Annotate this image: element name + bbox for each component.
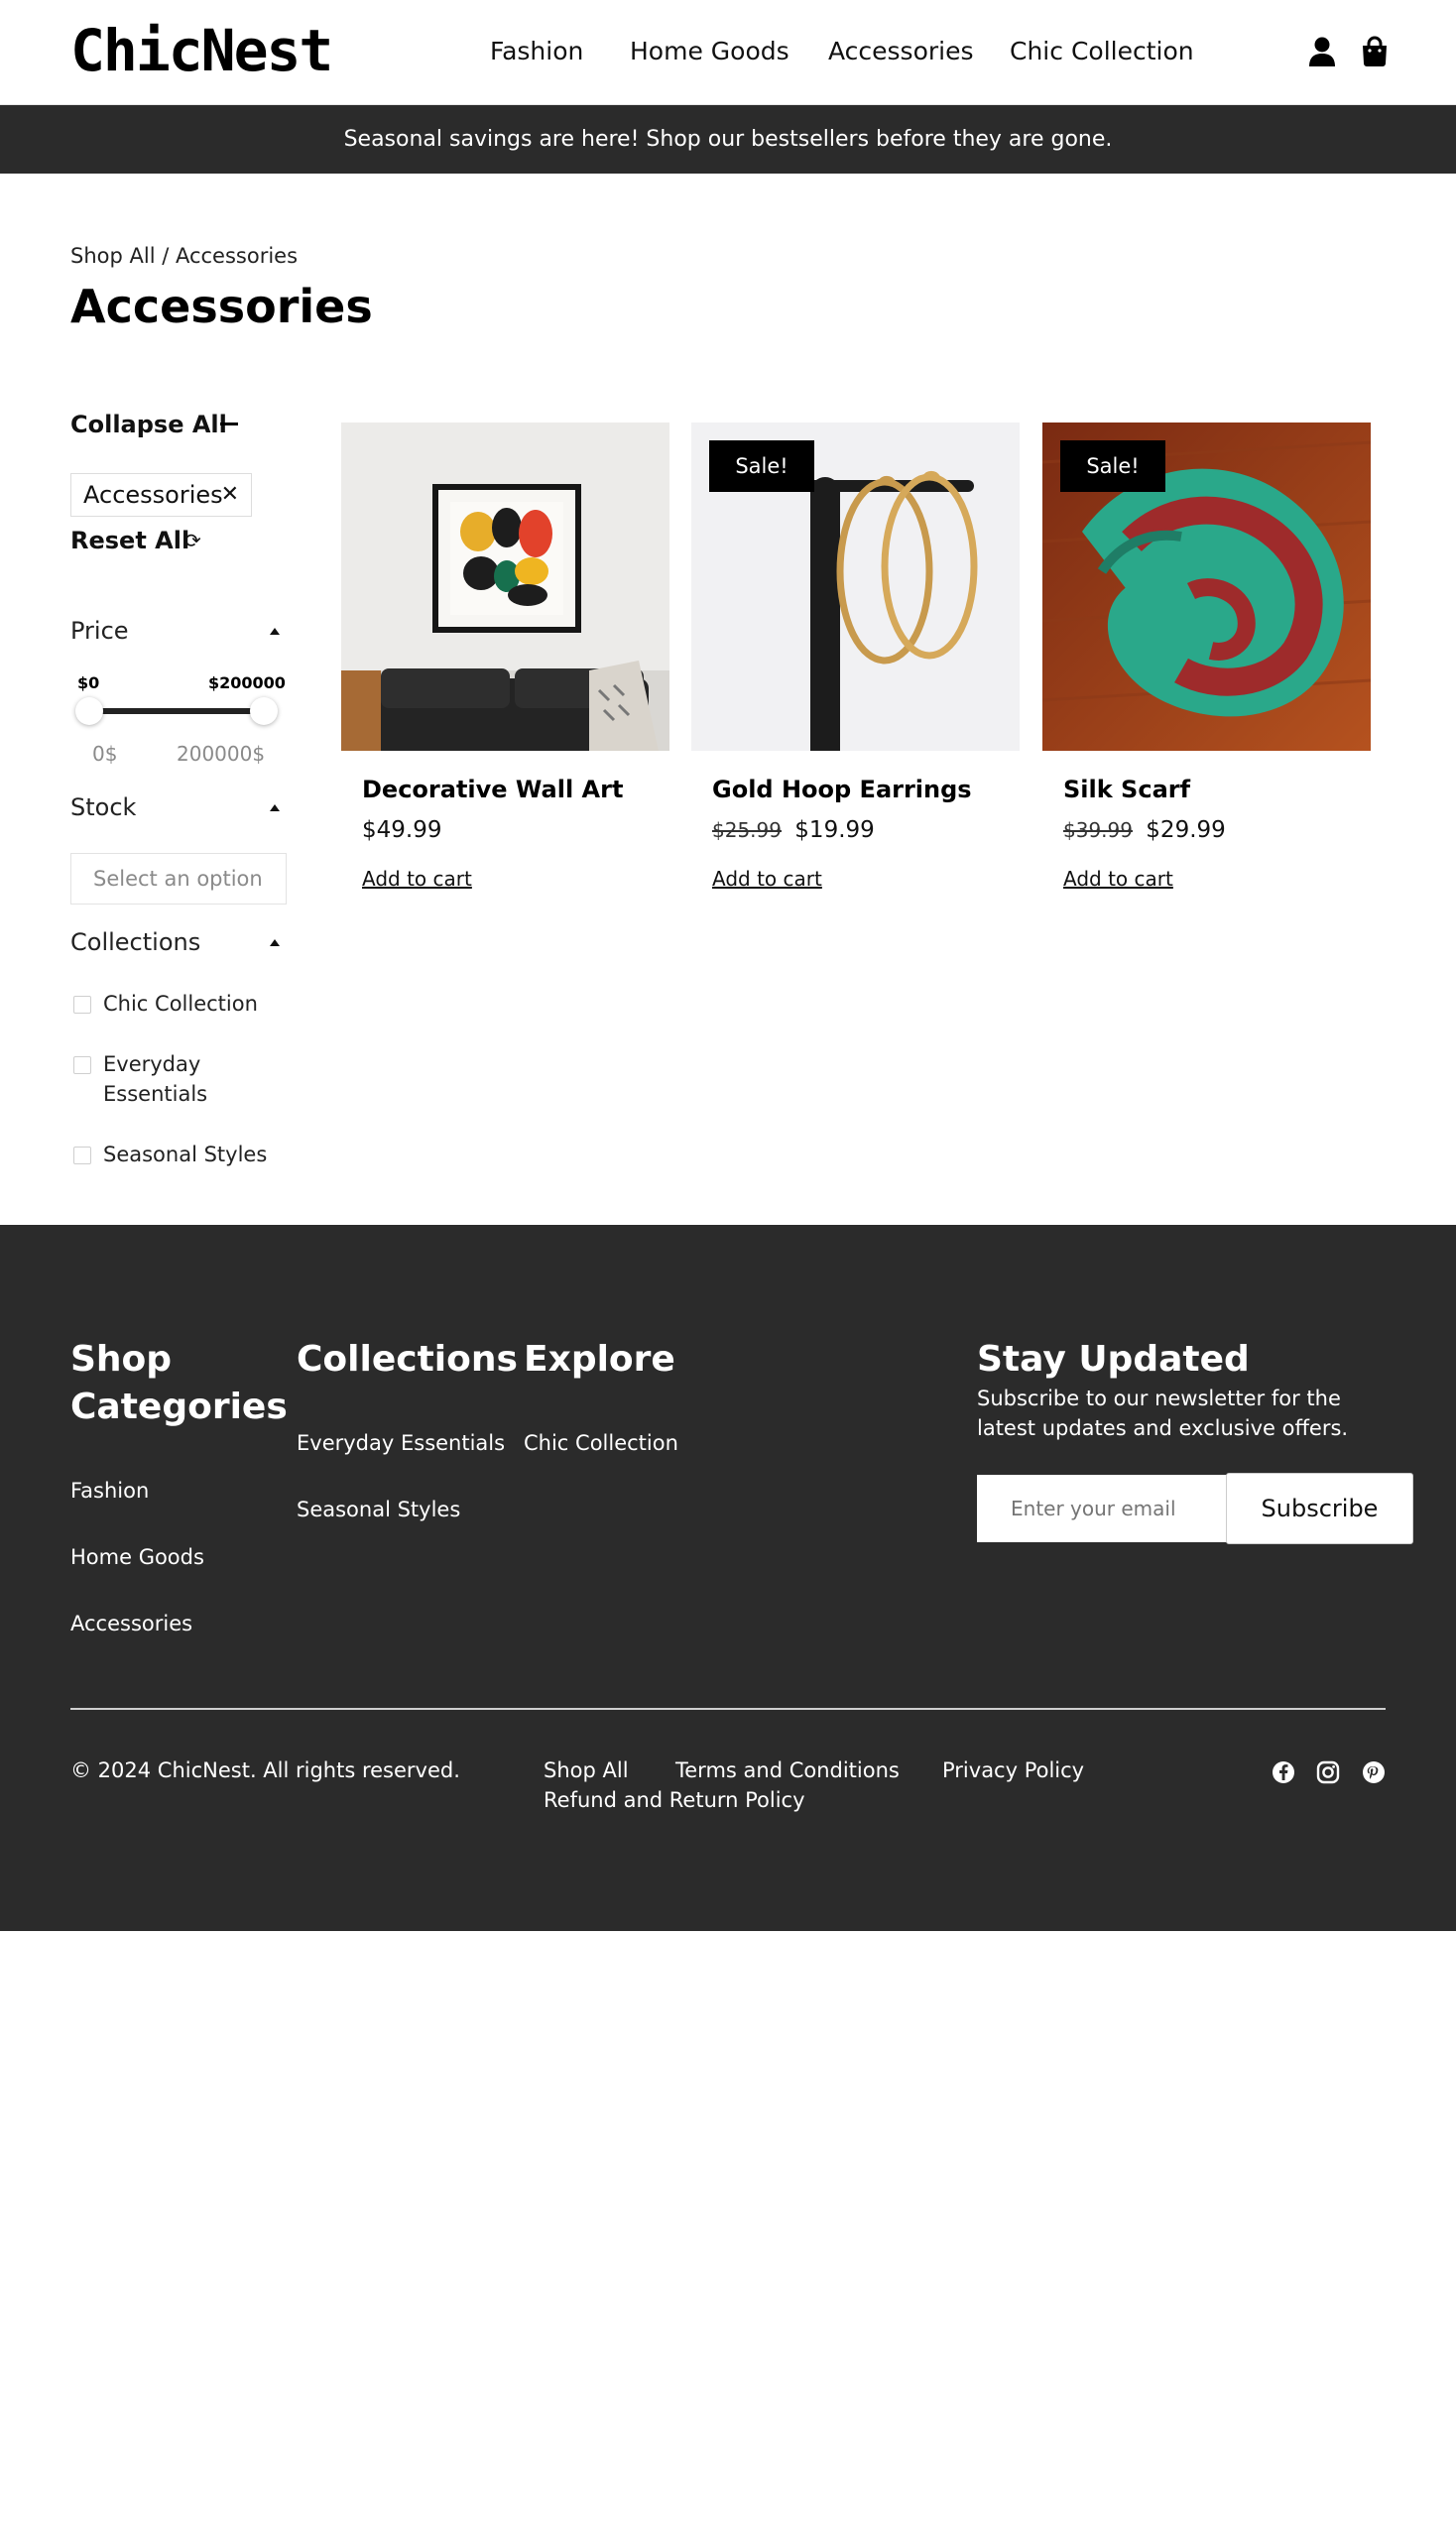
original-price: $39.99 (1063, 818, 1133, 842)
reset-all-button[interactable]: Reset All (70, 527, 189, 554)
subscribe-button[interactable]: Subscribe (1226, 1473, 1413, 1544)
footer-link-fashion[interactable]: Fashion (70, 1479, 149, 1503)
product-price: $39.99 $29.99 (1063, 817, 1226, 843)
collection-option-label[interactable]: Seasonal Styles (103, 1140, 282, 1169)
footer-link-refund[interactable]: Refund and Return Policy (544, 1788, 805, 1812)
copyright: © 2024 ChicNest. All rights reserved. (70, 1758, 460, 1782)
current-price: $29.99 (1146, 817, 1226, 843)
active-filter-label: Accessories (83, 481, 223, 509)
announcement-bar: Seasonal savings are here! Shop our best… (0, 105, 1456, 174)
collection-option-label[interactable]: Chic Collection (103, 989, 282, 1019)
site-footer: Shop Categories Fashion Home Goods Acces… (0, 1225, 1456, 1931)
site-header: ChicNest Fashion Home Goods Accessories … (0, 0, 1456, 105)
stock-filter-header[interactable]: Stock (70, 793, 136, 821)
product-image[interactable]: Sale! (691, 423, 1020, 751)
price-slider-track[interactable] (89, 708, 264, 714)
facebook-icon[interactable] (1271, 1759, 1296, 1785)
nav-item-home-goods[interactable]: Home Goods (630, 34, 789, 69)
add-to-cart-link[interactable]: Add to cart (712, 867, 822, 891)
price-max-label: $200000 (208, 673, 286, 692)
price-slider-min-handle[interactable] (75, 697, 103, 725)
footer-heading-collections: Collections (297, 1339, 518, 1380)
chevron-up-icon[interactable] (270, 628, 280, 635)
footer-divider (70, 1708, 1386, 1710)
newsletter-text: Subscribe to our newsletter for the late… (977, 1387, 1349, 1440)
stock-select[interactable]: Select an option (70, 853, 287, 905)
footer-link-seasonal-styles[interactable]: Seasonal Styles (297, 1498, 460, 1521)
footer-link-home-goods[interactable]: Home Goods (70, 1545, 204, 1569)
collapse-all-button[interactable]: Collapse All (70, 411, 227, 438)
product-name[interactable]: Decorative Wall Art (362, 776, 623, 803)
close-icon[interactable]: ✕ (221, 474, 239, 516)
product-image[interactable]: Sale! (1042, 423, 1371, 751)
footer-link-terms[interactable]: Terms and Conditions (675, 1758, 900, 1782)
page-title: Accessories (70, 280, 373, 333)
price-min-label: $0 (77, 673, 100, 692)
active-filter-tag: Accessories ✕ (70, 473, 252, 517)
product-name[interactable]: Gold Hoop Earrings (712, 776, 972, 803)
price-max-value: 200000$ (177, 742, 266, 766)
product-price: $25.99 $19.99 (712, 817, 875, 843)
collection-option-label[interactable]: Everyday Essentials (103, 1049, 232, 1109)
footer-heading-shop-categories: Shop Categories (70, 1339, 288, 1427)
footer-link-everyday-essentials[interactable]: Everyday Essentials (297, 1431, 505, 1455)
footer-heading-explore: Explore (524, 1339, 675, 1380)
nav-item-fashion[interactable]: Fashion (490, 34, 583, 69)
minus-icon[interactable] (220, 423, 238, 425)
price-min-value: 0$ (92, 742, 118, 766)
product-card: Decorative Wall Art $49.99 Add to cart (341, 423, 669, 899)
user-icon[interactable] (1307, 36, 1337, 67)
checkbox[interactable] (73, 1147, 91, 1164)
sale-badge: Sale! (1060, 440, 1165, 492)
refresh-icon[interactable]: ⟳ (184, 529, 201, 552)
chevron-up-icon[interactable] (270, 804, 280, 811)
breadcrumb[interactable]: Shop All / Accessories (70, 244, 298, 268)
chevron-up-icon[interactable] (270, 939, 280, 946)
newsletter-heading: Stay Updated (977, 1339, 1250, 1380)
current-price: $49.99 (362, 817, 442, 843)
footer-link-chic-collection[interactable]: Chic Collection (524, 1431, 678, 1455)
email-input[interactable] (977, 1475, 1227, 1542)
nav-item-chic-collection[interactable]: Chic Collection (1010, 34, 1194, 69)
product-name[interactable]: Silk Scarf (1063, 776, 1190, 803)
price-slider-max-handle[interactable] (250, 697, 278, 725)
footer-link-accessories[interactable]: Accessories (70, 1612, 192, 1635)
product-card: Sale! Gold Hoop Earrings $25.99 $19.99 A… (691, 423, 1020, 899)
product-image[interactable] (341, 423, 669, 751)
original-price: $25.99 (712, 818, 782, 842)
collections-filter-header[interactable]: Collections (70, 928, 200, 956)
current-price: $19.99 (794, 817, 875, 843)
sale-badge: Sale! (709, 440, 814, 492)
add-to-cart-link[interactable]: Add to cart (362, 867, 472, 891)
footer-link-privacy[interactable]: Privacy Policy (942, 1758, 1084, 1782)
main-nav: Fashion Home Goods Accessories Chic Coll… (0, 34, 1456, 69)
pinterest-icon[interactable] (1361, 1759, 1387, 1785)
nav-item-accessories[interactable]: Accessories (828, 34, 974, 69)
checkbox[interactable] (73, 1056, 91, 1074)
price-filter-header[interactable]: Price (70, 617, 129, 645)
instagram-icon[interactable] (1315, 1759, 1341, 1785)
footer-link-shop-all[interactable]: Shop All (544, 1758, 629, 1782)
product-card: Sale! Silk Scarf $39.99 $29.99 Add to ca… (1042, 423, 1371, 899)
checkbox[interactable] (73, 996, 91, 1014)
product-price: $49.99 (362, 817, 441, 843)
shopping-bag-icon[interactable] (1360, 36, 1390, 67)
add-to-cart-link[interactable]: Add to cart (1063, 867, 1173, 891)
